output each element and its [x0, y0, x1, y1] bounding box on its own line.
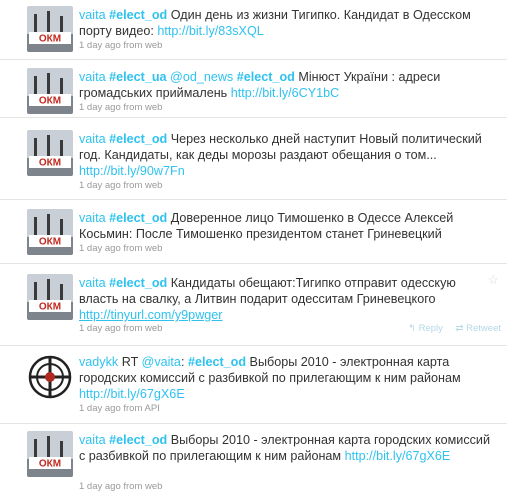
- tweet-meta: 1 day ago from web: [79, 40, 162, 52]
- tweet-text: vaita #elect_ua @od_news #elect_od Мінюс…: [79, 69, 499, 101]
- timestamp-link[interactable]: 1 day ago: [79, 243, 121, 254]
- tweet-text: vaita #elect_od Через несколько дней нас…: [79, 131, 499, 179]
- retweet-button[interactable]: ⇄ Retweet: [456, 323, 501, 334]
- source-text: from web: [123, 481, 163, 492]
- svg-text:ОКМ: ОКМ: [39, 34, 61, 45]
- avatar[interactable]: ОКМ: [27, 209, 73, 255]
- retweet-icon: ⇄: [455, 323, 464, 334]
- timestamp-link[interactable]: 1 day ago: [79, 323, 121, 334]
- mention-link[interactable]: @vaita: [142, 355, 181, 369]
- hashtag-link[interactable]: #elect_od: [188, 355, 246, 369]
- tweet-meta: 1 day ago from web: [79, 180, 162, 192]
- svg-text:ОКМ: ОКМ: [39, 237, 61, 248]
- user-link[interactable]: vaita: [79, 132, 106, 146]
- tweet-meta: 1 day ago from web: [79, 481, 162, 493]
- okm-logo-icon: ОКМ: [27, 130, 73, 176]
- tweet-text: vaita #elect_od Один день из жизни Тигип…: [79, 7, 499, 39]
- source-text: from web: [123, 180, 163, 191]
- url-link[interactable]: http://bit.ly/6CY1bC: [231, 86, 340, 100]
- url-link[interactable]: http://bit.ly/83sXQL: [157, 24, 263, 38]
- avatar[interactable]: ОКМ: [27, 431, 73, 477]
- avatar[interactable]: ОКМ: [27, 68, 73, 114]
- reply-button[interactable]: ↰ Reply: [408, 323, 443, 334]
- url-link[interactable]: http://tinyurl.com/y9pwger: [79, 308, 223, 322]
- source-text: from web: [123, 102, 163, 113]
- hashtag-link[interactable]: #elect_od: [109, 211, 167, 225]
- avatar[interactable]: ОКМ: [27, 274, 73, 320]
- okm-logo-icon: ОКМ: [27, 209, 73, 255]
- svg-text:ОКМ: ОКМ: [39, 459, 61, 470]
- tweet-item: ОКМ vaita #elect_ua @od_news #elect_od М…: [0, 60, 507, 118]
- rt-prefix: RT: [121, 355, 142, 369]
- tweet-actions: ↰ Reply ⇄ Retweet: [398, 323, 501, 335]
- tweet-meta: 1 day ago from web: [79, 323, 162, 335]
- hashtag-link[interactable]: #elect_od: [237, 70, 295, 84]
- tweet-text: vaita #elect_od Доверенное лицо Тимошенк…: [79, 210, 499, 242]
- url-link[interactable]: http://bit.ly/67gX6E: [345, 449, 451, 463]
- source-text: from web: [123, 40, 163, 51]
- tweet-item: ОКМ vaita #elect_od Выборы 2010 - электр…: [0, 424, 507, 499]
- tweet-text: vadykk RT @vaita: #elect_od Выборы 2010 …: [79, 354, 499, 402]
- hashtag-link[interactable]: #elect_od: [109, 132, 167, 146]
- user-link[interactable]: vaita: [79, 433, 106, 447]
- tweet-meta: 1 day ago from web: [79, 243, 162, 255]
- hashtag-link[interactable]: #elect_od: [109, 8, 167, 22]
- source-text: from API: [123, 403, 160, 414]
- tweet-meta: 1 day ago from web: [79, 102, 162, 114]
- tweet-timeline: ОКМ vaita #elect_od Один день из жизни Т…: [0, 0, 507, 499]
- okm-logo-icon: ОКМ: [27, 274, 73, 320]
- tweet-item: vadykk RT @vaita: #elect_od Выборы 2010 …: [0, 346, 507, 424]
- mention-link[interactable]: @od_news: [170, 70, 233, 84]
- timestamp-link[interactable]: 1 day ago: [79, 180, 121, 191]
- vadykk-logo-icon: [27, 354, 73, 400]
- svg-text:ОКМ: ОКМ: [39, 158, 61, 169]
- avatar[interactable]: [27, 354, 73, 400]
- avatar[interactable]: ОКМ: [27, 130, 73, 176]
- source-text: from web: [123, 323, 163, 334]
- timestamp-link[interactable]: 1 day ago: [79, 102, 121, 113]
- tweet-item: ОКМ vaita #elect_od Кандидаты обещают:Ти…: [0, 264, 507, 346]
- hashtag-link[interactable]: #elect_od: [109, 276, 167, 290]
- timestamp-link[interactable]: 1 day ago: [79, 40, 121, 51]
- okm-logo-icon: ОКМ: [27, 68, 73, 114]
- svg-text:ОКМ: ОКМ: [39, 96, 61, 107]
- reply-icon: ↰: [407, 323, 416, 334]
- avatar[interactable]: ОКМ: [27, 6, 73, 52]
- user-link[interactable]: vaita: [79, 70, 106, 84]
- timestamp-link[interactable]: 1 day ago: [79, 403, 121, 414]
- user-link[interactable]: vaita: [79, 8, 106, 22]
- hashtag-link[interactable]: #elect_od: [109, 433, 167, 447]
- okm-logo-icon: ОКМ: [27, 431, 73, 477]
- url-link[interactable]: http://bit.ly/67gX6E: [79, 387, 185, 401]
- tweet-text: vaita #elect_od Выборы 2010 - электронна…: [79, 432, 499, 464]
- timestamp-link[interactable]: 1 day ago: [79, 481, 121, 492]
- hashtag-link[interactable]: #elect_ua: [109, 70, 166, 84]
- mention-suffix: :: [180, 355, 188, 369]
- tweet-item: ОКМ vaita #elect_od Через несколько дней…: [0, 118, 507, 200]
- user-link[interactable]: vaita: [79, 211, 106, 225]
- favorite-star-icon[interactable]: ☆: [487, 272, 499, 288]
- user-link[interactable]: vaita: [79, 276, 106, 290]
- tweet-item: ОКМ vaita #elect_od Один день из жизни Т…: [0, 0, 507, 60]
- svg-text:ОКМ: ОКМ: [39, 302, 61, 313]
- retweet-label: Retweet: [466, 323, 501, 334]
- tweet-text: vaita #elect_od Кандидаты обещают:Тигипк…: [79, 275, 484, 323]
- url-link[interactable]: http://bit.ly/90w7Fn: [79, 164, 185, 178]
- reply-label: Reply: [418, 323, 443, 334]
- user-link[interactable]: vadykk: [79, 355, 118, 369]
- okm-logo-icon: ОКМ: [27, 6, 73, 52]
- source-text: from web: [123, 243, 163, 254]
- tweet-item: ОКМ vaita #elect_od Доверенное лицо Тимо…: [0, 200, 507, 264]
- tweet-meta: 1 day ago from API: [79, 403, 160, 415]
